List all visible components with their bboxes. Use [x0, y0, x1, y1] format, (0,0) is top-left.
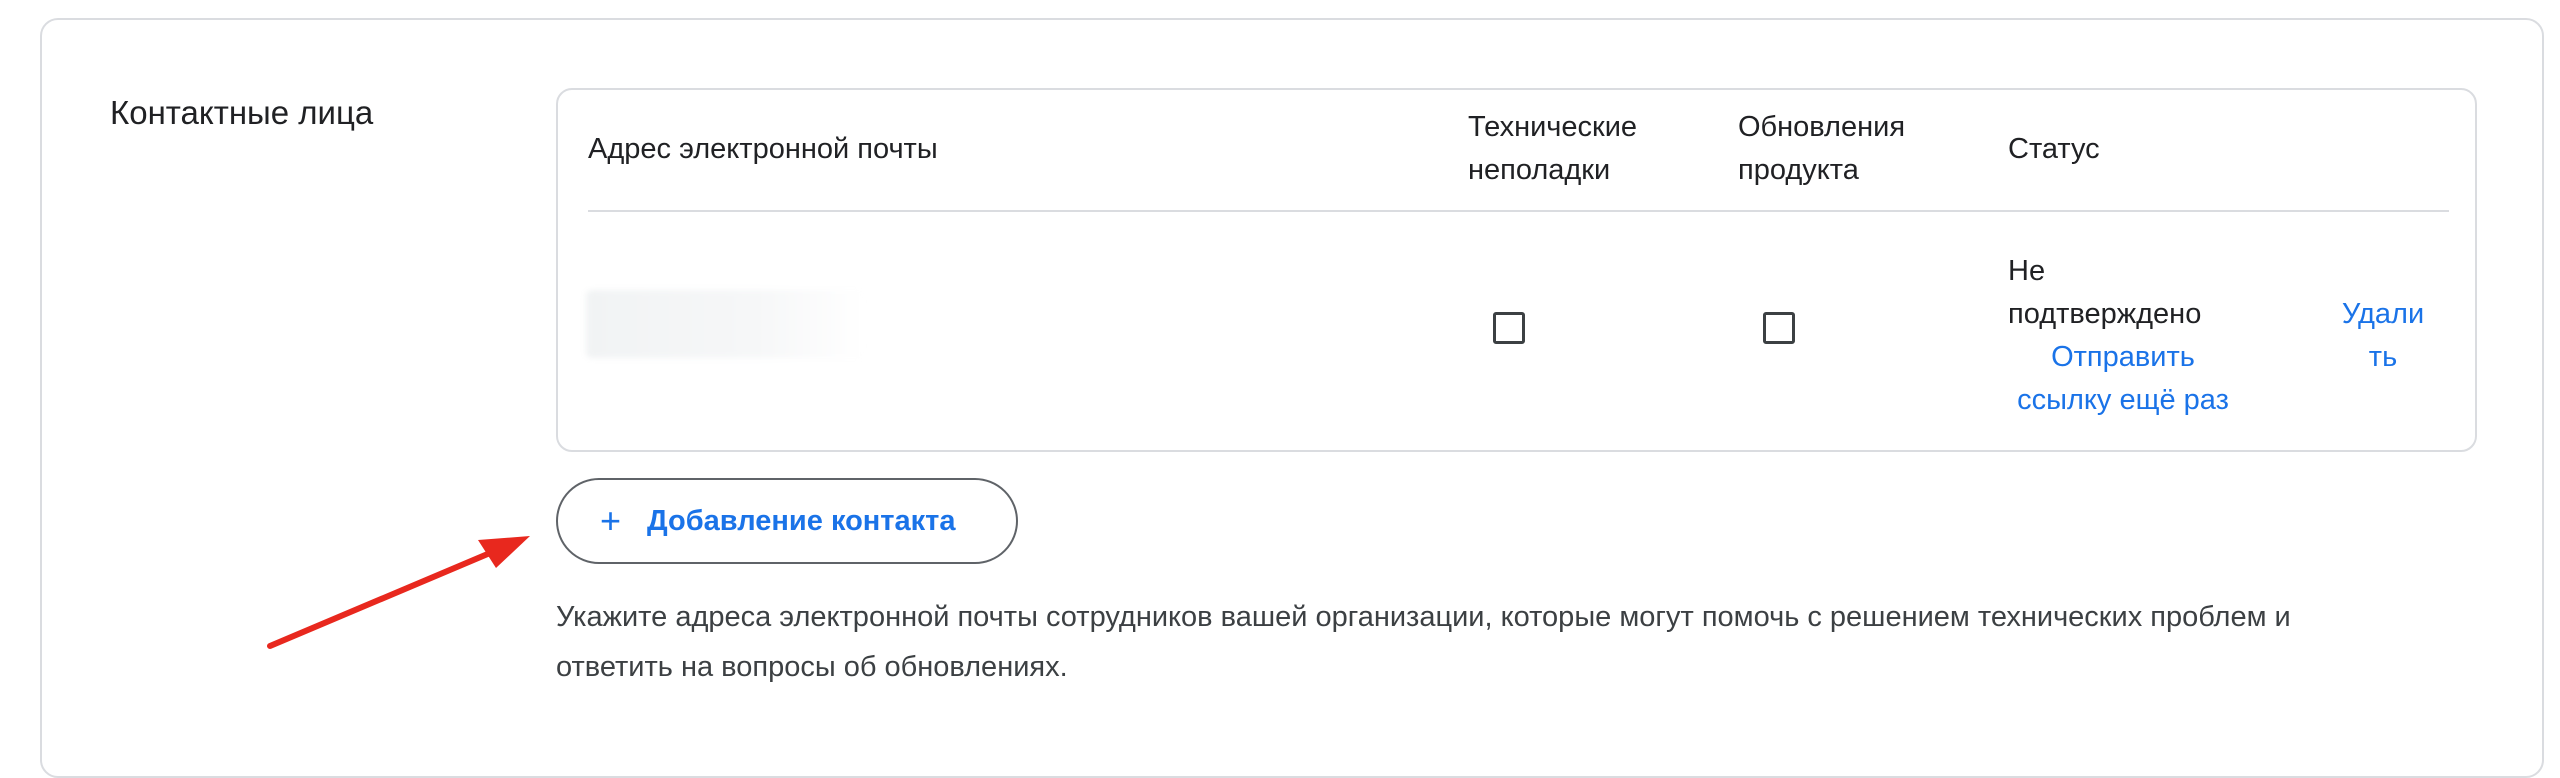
annotation-arrow — [267, 536, 530, 649]
annotation-arrow-shaft — [267, 550, 493, 649]
annotation-arrow-head — [478, 536, 530, 568]
